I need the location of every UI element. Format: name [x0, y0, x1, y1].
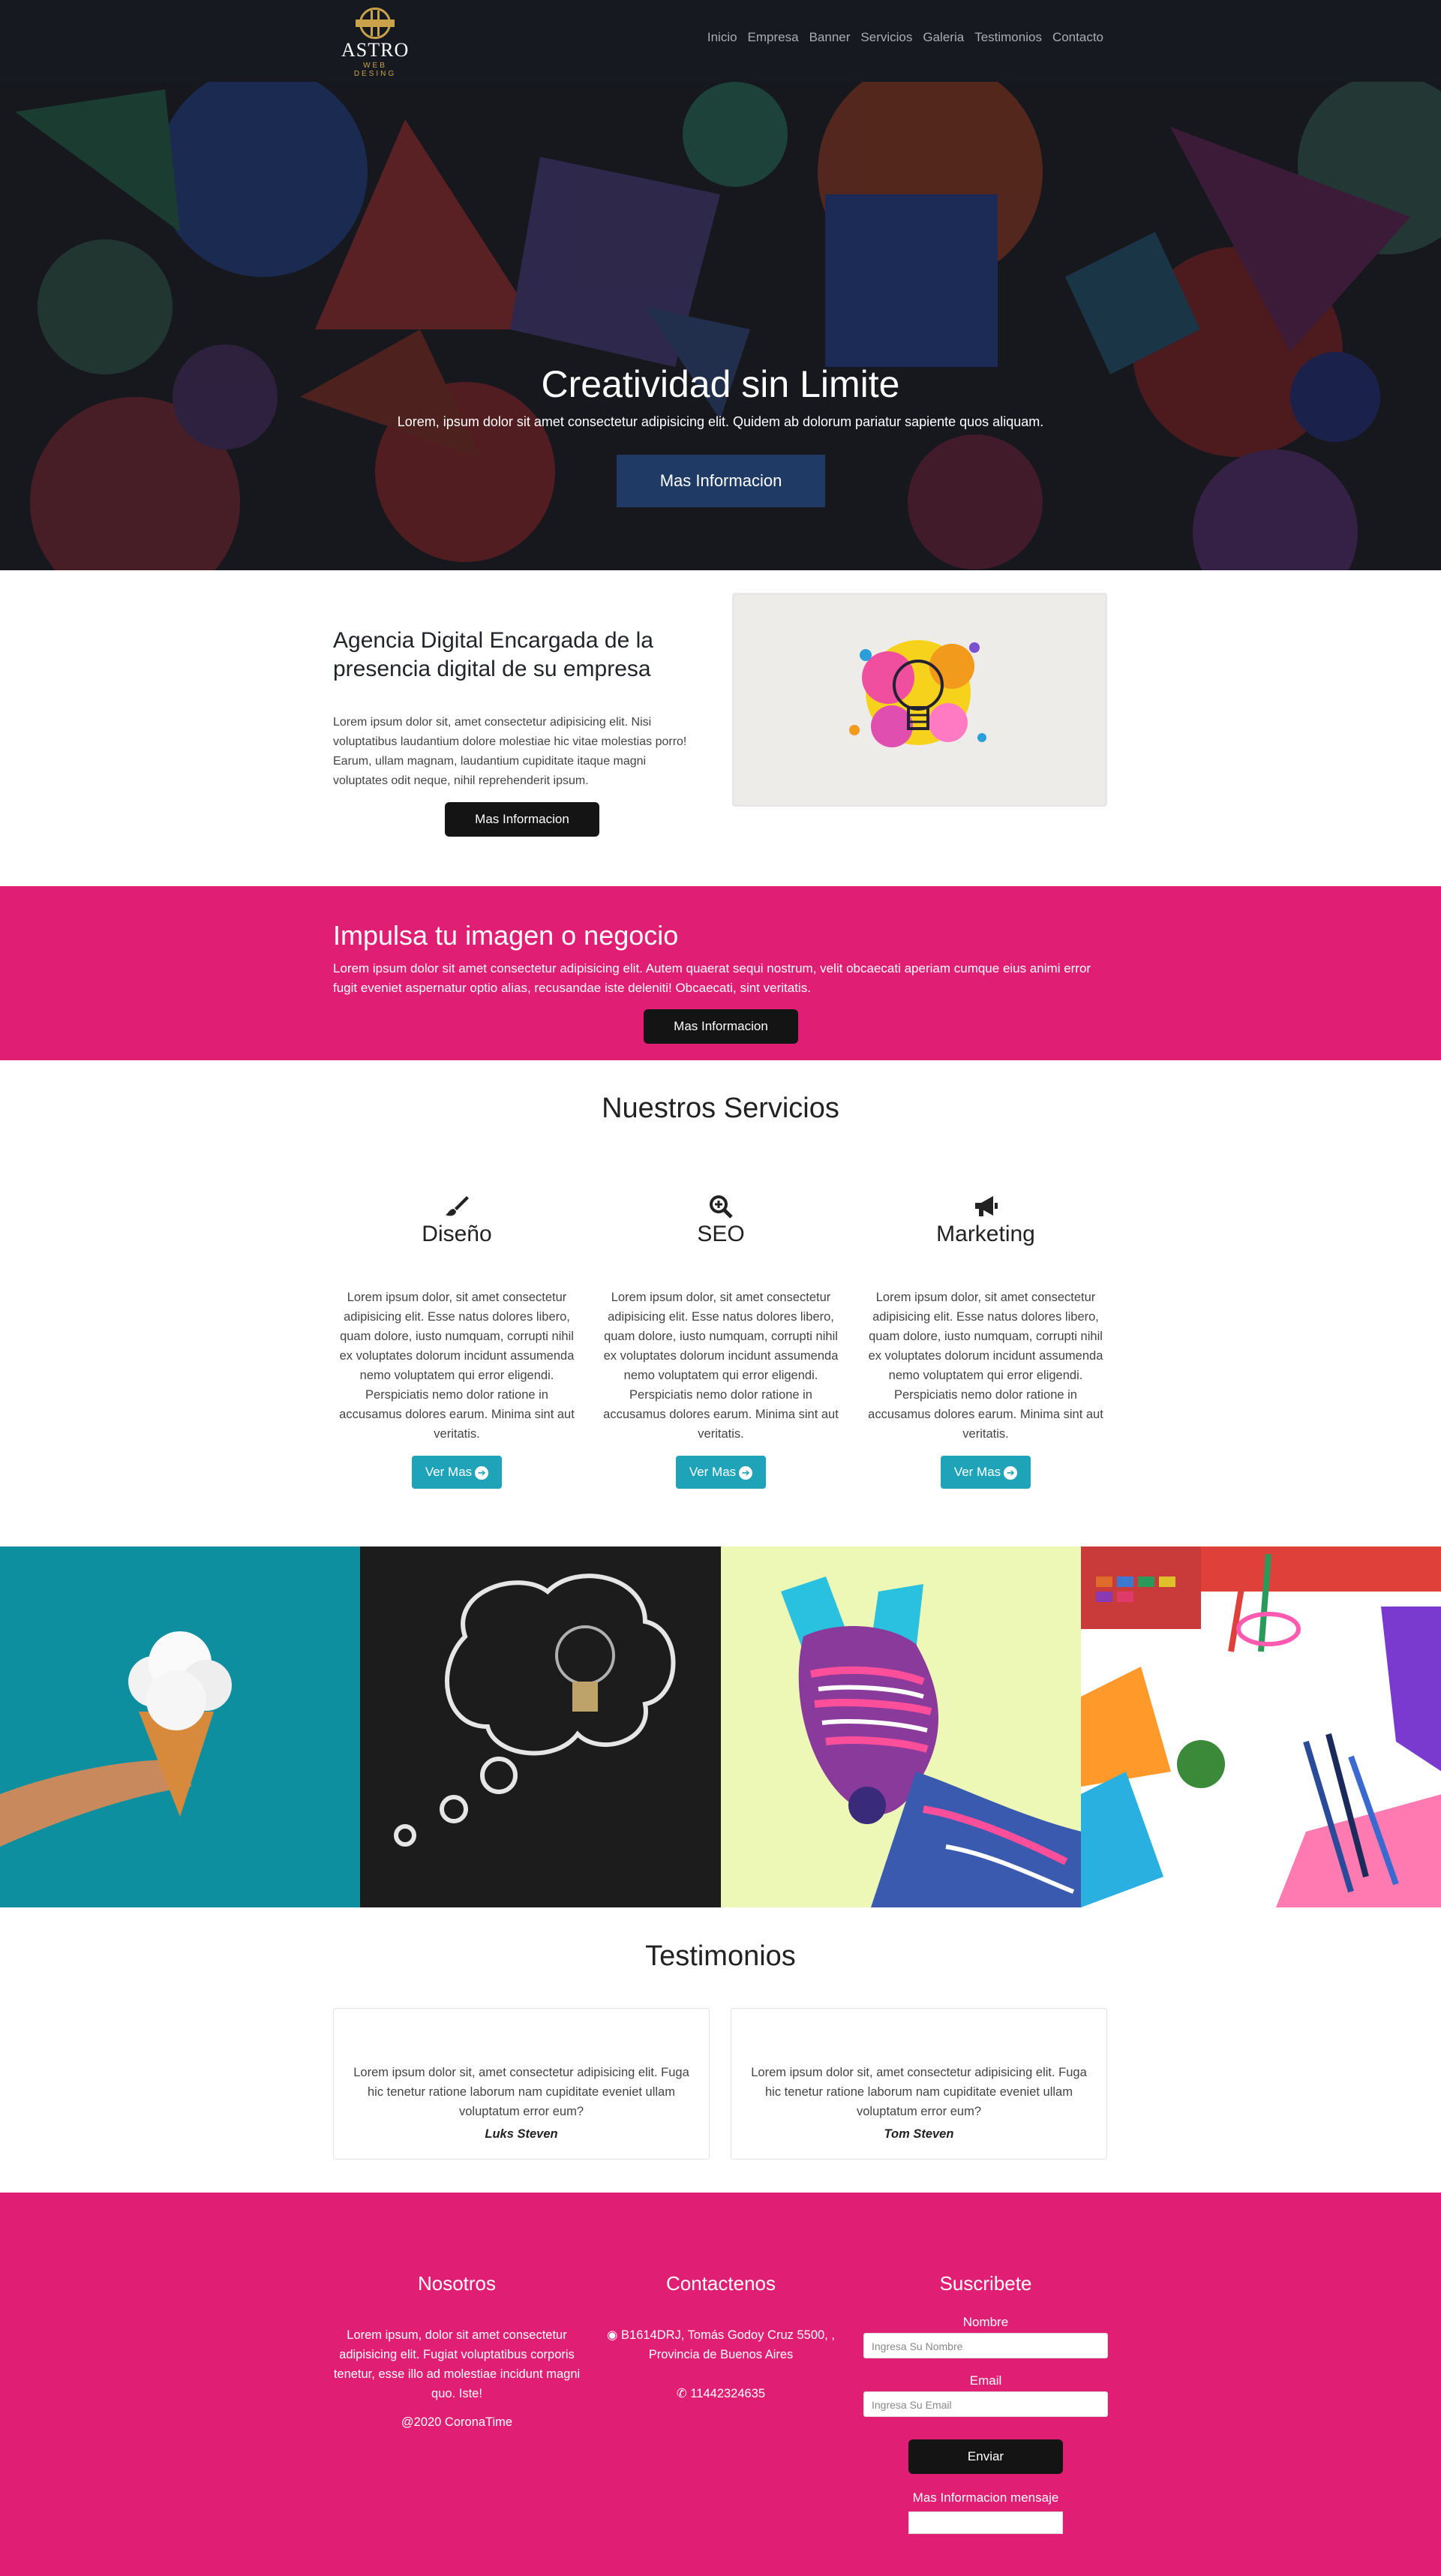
brand-tagline: WEB DESING — [353, 62, 397, 78]
button-label: Ver Mas — [425, 1465, 473, 1479]
brand-name: ASTRO — [341, 39, 410, 61]
footer-phone: ✆ 11442324635 — [597, 2384, 845, 2403]
hero-banner: Creatividad sin Limite Lorem, ipsum dolo… — [0, 82, 1441, 570]
brand-logo[interactable]: ASTRO WEB DESING — [341, 8, 410, 78]
hero-more-info-button[interactable]: Mas Informacion — [617, 455, 825, 507]
hero-title: Creatividad sin Limite — [541, 363, 900, 405]
testimonial-author: Luks Steven — [485, 2127, 558, 2141]
nav-link-inicio[interactable]: Inicio — [707, 30, 737, 45]
service-text: Lorem ipsum dolor, sit amet consectetur … — [868, 1291, 1103, 1441]
footer-copyright: @2020 CoronaTime — [401, 2415, 513, 2429]
nav-link-contacto[interactable]: Contacto — [1052, 30, 1103, 45]
nav-link-servicios[interactable]: Servicios — [860, 30, 912, 45]
footer-contact: Contactenos ◉ B1614DRJ, Tomás Godoy Cruz… — [597, 2272, 845, 2403]
lightbulb-paint-splash-image — [732, 593, 1107, 807]
footer-about-title: Nosotros — [417, 2272, 497, 2295]
message-label: Mas Informacion mensaje — [912, 2490, 1059, 2505]
service-text: Lorem ipsum dolor, sit amet consectetur … — [339, 1291, 575, 1441]
about-more-info-button[interactable]: Mas Informacion — [445, 802, 599, 837]
footer-about-text: Lorem ipsum, dolor sit amet consectetur … — [333, 2328, 581, 2400]
hand-cloud-cone-image[interactable] — [0, 1547, 361, 1907]
service-card-marketing: Marketing Lorem ipsum dolor, sit amet co… — [862, 1193, 1109, 1489]
main-nav: Inicio Empresa Banner Servicios Galeria … — [707, 30, 1103, 45]
megaphone-icon — [862, 1193, 1109, 1220]
about-title: Agencia Digital Encargada de la presenci… — [333, 628, 653, 681]
promo-banner: Impulsa tu imagen o negocio Lorem ipsum … — [0, 886, 1441, 1060]
testimonial-author: Tom Steven — [884, 2127, 954, 2141]
paintbrush-icon — [333, 1193, 581, 1220]
message-input[interactable] — [908, 2511, 1063, 2534]
name-input[interactable]: Ingresa Su Nombre — [863, 2333, 1108, 2358]
globe-logo-icon — [356, 8, 395, 41]
arrow-right-circle-icon: ➔ — [739, 1465, 753, 1480]
button-label: Ver Mas — [953, 1465, 1001, 1479]
footer-subscribe: Suscribete Nombre Ingresa Su Nombre Emai… — [862, 2272, 1109, 2534]
footer-address-text: B1614DRJ, Tomás Godoy Cruz 5500, , Provi… — [621, 2328, 835, 2361]
map-marker-icon: ◉ — [607, 2328, 622, 2342]
footer-about: Nosotros Lorem ipsum, dolor sit amet con… — [333, 2272, 581, 2432]
phone-icon: ✆ — [676, 2387, 691, 2400]
name-label: Nombre — [962, 2315, 1009, 2329]
service-name: SEO — [697, 1222, 745, 1246]
testimonial-quote: Lorem ipsum dolor sit, amet consectetur … — [751, 2066, 1087, 2118]
testimonial-card: Lorem ipsum dolor sit, amet consectetur … — [731, 2008, 1107, 2160]
promo-more-info-button[interactable]: Mas Informacion — [644, 1009, 798, 1044]
services-title: Nuestros Servicios — [602, 1093, 839, 1124]
testimonial-quote: Lorem ipsum dolor sit, amet consectetur … — [353, 2066, 689, 2118]
service-see-more-button[interactable]: Ver Mas ➔ — [412, 1456, 502, 1489]
lightbulb-chalk-bubble-image[interactable] — [360, 1547, 721, 1907]
nav-link-empresa[interactable]: Empresa — [748, 30, 799, 45]
search-plus-icon — [597, 1193, 845, 1220]
testimonials-title: Testimonios — [645, 1940, 796, 1972]
footer-phone-text: 11442324635 — [690, 2387, 766, 2400]
navbar: ASTRO WEB DESING Inicio Empresa Banner S… — [0, 0, 1441, 82]
service-card-diseno: Diseño Lorem ipsum dolor, sit amet conse… — [333, 1193, 581, 1489]
promo-title: Impulsa tu imagen o negocio — [333, 920, 679, 951]
footer-subscribe-title: Suscribete — [939, 2272, 1032, 2295]
service-name: Marketing — [936, 1222, 1035, 1246]
service-see-more-button[interactable]: Ver Mas ➔ — [941, 1456, 1031, 1489]
colorful-zebra-image[interactable] — [720, 1547, 1081, 1907]
nav-link-banner[interactable]: Banner — [809, 30, 851, 45]
about-text: Lorem ipsum dolor sit, amet consectetur … — [333, 716, 687, 787]
button-label: Ver Mas — [689, 1465, 737, 1479]
testimonial-card: Lorem ipsum dolor sit, amet consectetur … — [333, 2008, 710, 2160]
service-name: Diseño — [422, 1222, 492, 1246]
hero-subtitle: Lorem, ipsum dolor sit amet consectetur … — [397, 414, 1044, 429]
email-label: Email — [969, 2373, 1002, 2388]
service-see-more-button[interactable]: Ver Mas ➔ — [676, 1456, 766, 1489]
nav-link-testimonios[interactable]: Testimonios — [974, 30, 1042, 45]
arrow-right-circle-icon: ➔ — [1004, 1465, 1018, 1480]
send-button[interactable]: Enviar — [908, 2439, 1063, 2474]
service-card-seo: SEO Lorem ipsum dolor, sit amet consecte… — [597, 1193, 845, 1489]
promo-text: Lorem ipsum dolor sit amet consectetur a… — [333, 961, 1091, 995]
footer-address: ◉ B1614DRJ, Tomás Godoy Cruz 5500, , Pro… — [597, 2325, 845, 2364]
gallery — [0, 1547, 1441, 1907]
service-text: Lorem ipsum dolor, sit amet consectetur … — [603, 1291, 839, 1441]
art-supplies-image[interactable] — [1080, 1547, 1441, 1907]
footer-contact-title: Contactenos — [666, 2272, 776, 2295]
nav-link-galeria[interactable]: Galeria — [923, 30, 964, 45]
footer: Nosotros Lorem ipsum, dolor sit amet con… — [0, 2193, 1441, 2576]
arrow-right-circle-icon: ➔ — [475, 1465, 489, 1480]
email-input[interactable]: Ingresa Su Email — [863, 2391, 1108, 2417]
